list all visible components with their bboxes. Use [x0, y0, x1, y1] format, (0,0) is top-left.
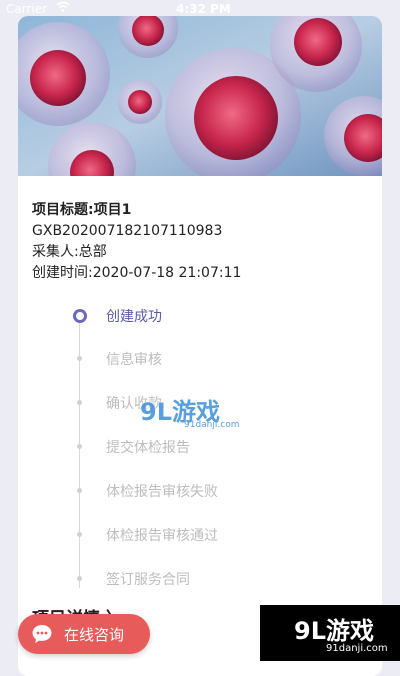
hero-image	[18, 16, 382, 176]
timeline-dot	[77, 356, 82, 361]
status-bar: Carrier 4:32 PM	[0, 0, 400, 18]
timeline-step-contract: 签订服务合同	[18, 567, 382, 591]
timeline-step-info-review: 信息审核	[18, 347, 382, 371]
project-title: 项目标题:项目1	[32, 202, 132, 218]
timeline-label: 体检报告审核通过	[106, 528, 218, 544]
timeline-label: 体检报告审核失败	[106, 484, 218, 500]
watermark-corner-brand: 9L游戏	[294, 617, 374, 645]
timeline-dot	[77, 576, 82, 581]
timeline-dot	[77, 488, 82, 493]
watermark-corner-site: 91danji.com	[326, 643, 388, 654]
project-card: 项目标题:项目1 GXB202007182107110983 采集人:总部 创建…	[18, 16, 382, 676]
timeline-dot-active	[73, 309, 87, 323]
timeline-dot	[77, 400, 82, 405]
clock: 4:32 PM	[176, 2, 231, 16]
project-info: 项目标题:项目1 GXB202007182107110983 采集人:总部 创建…	[32, 200, 241, 284]
chat-button-label: 在线咨询	[64, 626, 125, 644]
timeline-step-report-failed: 体检报告审核失败	[18, 479, 382, 503]
timeline-dot	[77, 444, 82, 449]
timeline-dot	[77, 532, 82, 537]
timeline-label: 提交体检报告	[106, 440, 190, 456]
watermark-corner: 9L游戏 91danji.com	[260, 605, 400, 661]
wifi-icon	[56, 1, 70, 12]
chat-bubble-icon	[32, 625, 52, 643]
timeline-label: 创建成功	[106, 309, 162, 325]
project-collector: 采集人:总部	[32, 244, 107, 260]
timeline-step-created: 创建成功	[18, 304, 382, 328]
timeline-label: 签订服务合同	[106, 572, 190, 588]
watermark-site: 91danji.com	[184, 420, 240, 430]
timeline-step-report-approved: 体检报告审核通过	[18, 523, 382, 547]
project-created-time: 创建时间:2020-07-18 21:07:11	[32, 265, 242, 281]
watermark-center: 9L游戏 91danji.com	[140, 392, 239, 430]
timeline-label: 信息审核	[106, 352, 162, 368]
project-code: GXB202007182107110983	[32, 223, 223, 239]
timeline-step-submit-report: 提交体检报告	[18, 435, 382, 459]
online-consult-button[interactable]: 在线咨询	[18, 614, 150, 654]
carrier-label: Carrier	[6, 2, 48, 16]
